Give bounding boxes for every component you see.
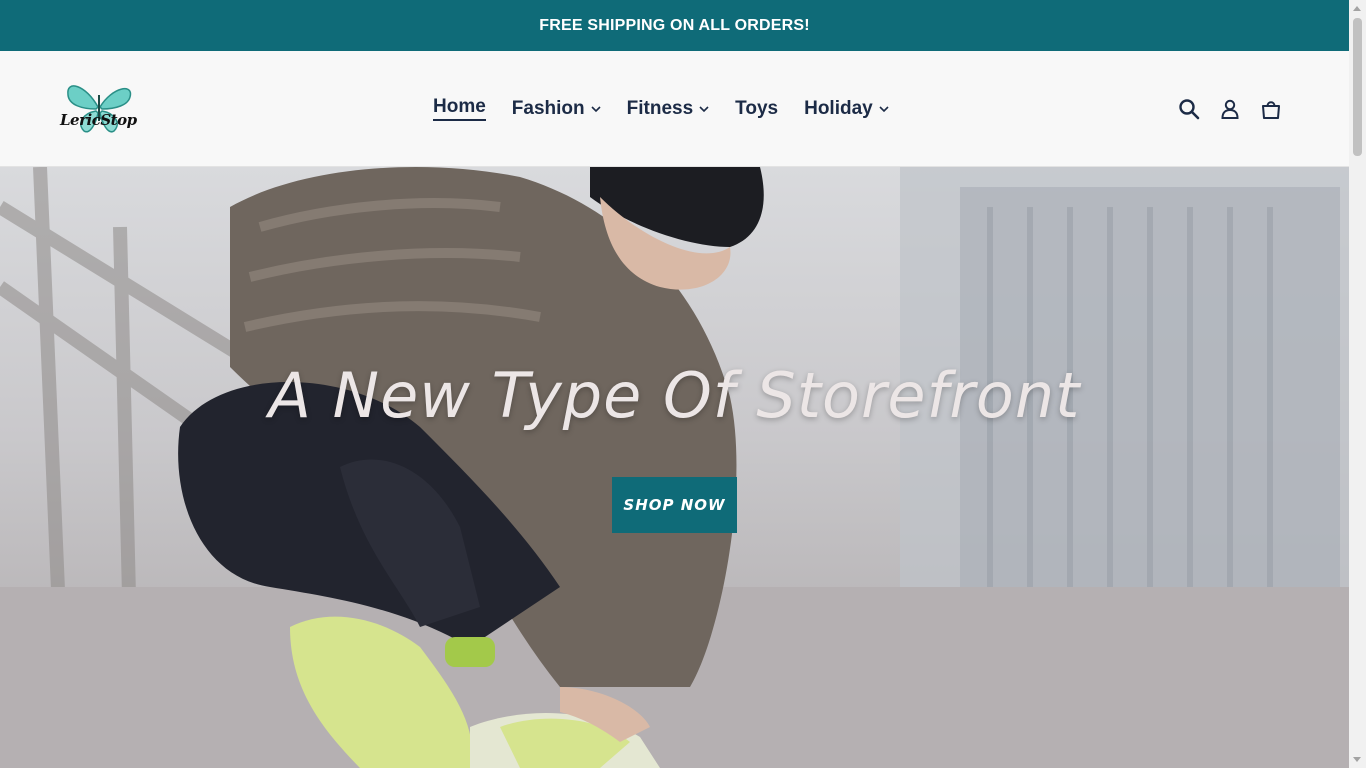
scroll-down-arrow-icon[interactable] bbox=[1353, 757, 1361, 762]
account-icon bbox=[1221, 99, 1239, 119]
hero-banner: A New Type Of Storefront SHOP NOW bbox=[0, 167, 1349, 768]
hero-image bbox=[0, 167, 1349, 768]
nav-item-label: Toys bbox=[735, 97, 779, 119]
shop-now-button[interactable]: SHOP NOW bbox=[612, 477, 737, 533]
scrollbar-thumb[interactable] bbox=[1353, 18, 1362, 156]
nav-item-home[interactable]: Home bbox=[433, 96, 486, 121]
chevron-down-icon bbox=[879, 105, 889, 112]
site-header: LericStop Home Fashion Fitness Toys Holi… bbox=[0, 51, 1349, 167]
main-nav: Home Fashion Fitness Toys Holiday bbox=[433, 51, 915, 166]
nav-item-toys[interactable]: Toys bbox=[735, 98, 778, 120]
butterfly-logo-icon bbox=[67, 85, 132, 133]
nav-item-fitness[interactable]: Fitness bbox=[627, 98, 710, 120]
logo[interactable]: LericStop bbox=[58, 77, 140, 139]
nav-item-label: Fashion bbox=[511, 97, 585, 119]
search-button[interactable] bbox=[1177, 97, 1201, 121]
account-button[interactable] bbox=[1218, 97, 1242, 121]
page-scrollbar[interactable] bbox=[1349, 0, 1366, 768]
announcement-bar: FREE SHIPPING ON ALL ORDERS! bbox=[0, 0, 1349, 51]
header-icons bbox=[1160, 51, 1283, 166]
cart-icon bbox=[1262, 100, 1280, 119]
nav-item-label: Fitness bbox=[626, 97, 694, 119]
cart-button[interactable] bbox=[1259, 97, 1283, 121]
nav-item-holiday[interactable]: Holiday bbox=[804, 98, 889, 120]
announcement-text: FREE SHIPPING ON ALL ORDERS! bbox=[539, 16, 810, 34]
nav-item-label: Home bbox=[433, 96, 486, 121]
logo-text: LericStop bbox=[60, 111, 137, 129]
scroll-up-arrow-icon[interactable] bbox=[1353, 6, 1361, 11]
nav-item-label: Holiday bbox=[804, 97, 873, 119]
chevron-down-icon bbox=[699, 105, 709, 112]
chevron-down-icon bbox=[591, 105, 601, 112]
search-icon bbox=[1179, 98, 1200, 119]
nav-item-fashion[interactable]: Fashion bbox=[512, 98, 601, 120]
hero-title: A New Type Of Storefront bbox=[268, 359, 1081, 432]
